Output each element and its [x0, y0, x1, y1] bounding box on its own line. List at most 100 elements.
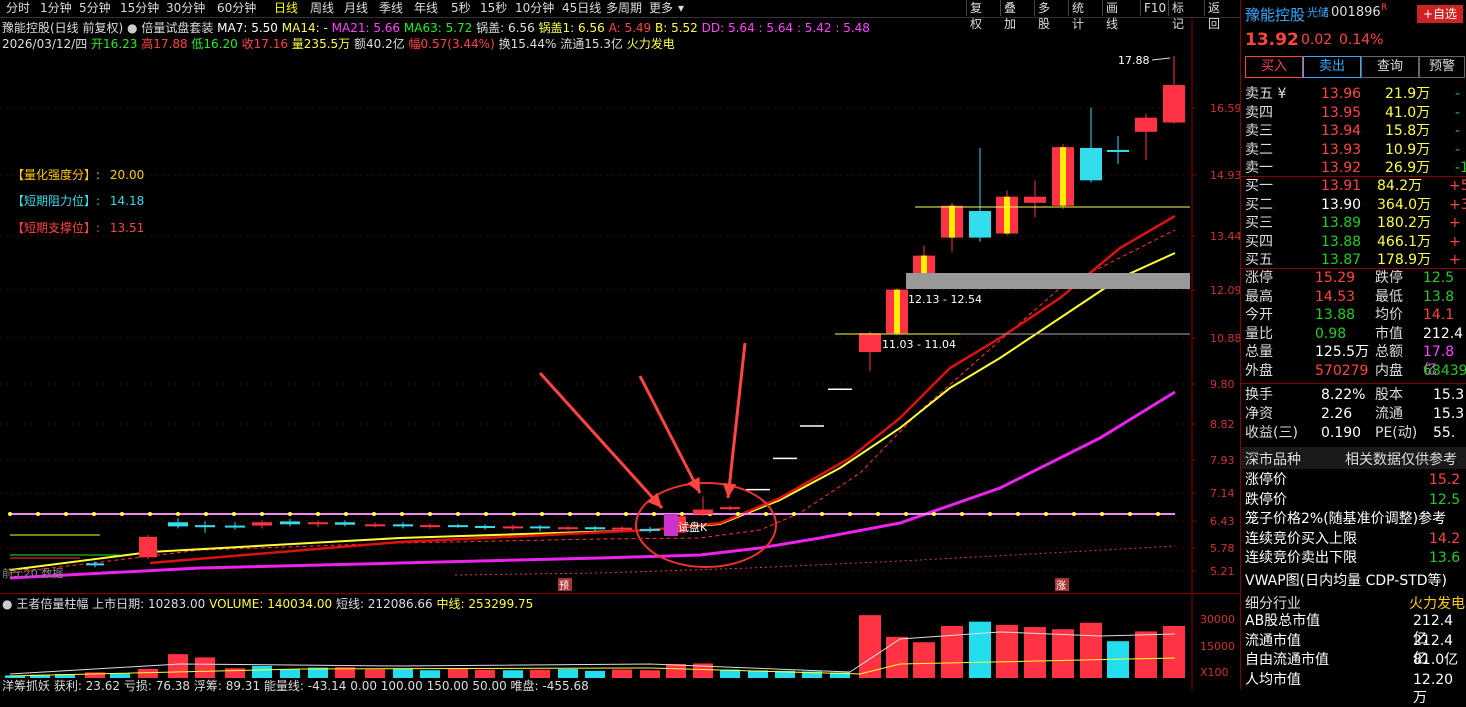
ask-volume: 26.9万	[1385, 160, 1431, 176]
cap-value: 212.4亿	[1413, 632, 1454, 667]
stat-label: 均价	[1375, 307, 1403, 323]
guogai-dot	[64, 512, 68, 516]
volume-bar	[913, 642, 935, 678]
volume-bar	[1135, 631, 1157, 678]
candle	[1080, 147, 1102, 181]
ohlc-turnover: 换15.44%	[498, 37, 557, 51]
stat-value: 68439	[1423, 362, 1466, 379]
ask-price: 13.95	[1321, 104, 1362, 121]
price-change: 0.02	[1301, 32, 1333, 48]
stat-value: 55.	[1433, 425, 1456, 441]
candle	[1024, 196, 1046, 203]
stat-label: 内盘	[1375, 362, 1403, 379]
period-tab[interactable]: 日线	[274, 1, 298, 16]
cap-label: 自由流通市值	[1245, 652, 1329, 668]
stat-value: 15.3	[1433, 406, 1465, 422]
guogai-dot	[316, 512, 320, 516]
vol-short: 短线: 212086.66	[335, 597, 433, 611]
bid-volume: 180.2万	[1377, 215, 1432, 231]
query-button[interactable]: 查询	[1361, 56, 1419, 78]
ma63-value: MA63: 5.72	[403, 21, 473, 35]
bid-label: 买二	[1245, 196, 1273, 213]
vol-footer: 洋筹抓妖 获利: 23.62 亏损: 76.38 浮筹: 89.31 能量线: …	[2, 679, 589, 693]
stat-value: 8.22%	[1321, 387, 1366, 403]
ask-price: 13.96	[1321, 86, 1362, 102]
limit-value: 12.5	[1429, 491, 1461, 508]
volume-bar	[886, 636, 908, 678]
stat-label: 市值	[1375, 325, 1403, 342]
add-watchlist-button[interactable]: +自选	[1417, 5, 1463, 23]
candle	[503, 526, 523, 529]
period-tab[interactable]: 年线	[414, 1, 438, 16]
period-tab[interactable]: 季线	[379, 1, 403, 16]
guogai1-value: 锅盖1: 6.56	[538, 21, 605, 35]
period-tab[interactable]: 15分钟	[120, 1, 159, 16]
industry-value[interactable]: 火力发电	[1409, 593, 1465, 613]
toolbar-button[interactable]: 返回	[1204, 0, 1223, 31]
cap-label: 流通市值	[1245, 632, 1301, 649]
candle-strong-marker	[1060, 147, 1066, 206]
period-tab[interactable]: 30分钟	[166, 1, 205, 16]
strength-value: 20.00	[109, 168, 145, 182]
stat-label: 最高	[1245, 288, 1273, 305]
kline-chart[interactable]: 16.59 14.93 13.44 12.09 10.88 9.80 8.82 7.93 7.1…	[0, 18, 1240, 593]
cap-label: 人均市值	[1245, 671, 1301, 688]
alert-button[interactable]: 预警	[1419, 56, 1465, 78]
guogai-value: 锅盖: 6.56	[476, 21, 535, 35]
period-tab[interactable]: 多周期	[606, 1, 642, 16]
more-dropdown-icon[interactable]: ▾	[678, 1, 684, 16]
period-tab[interactable]: 10分钟	[515, 1, 554, 16]
ma7-value: MA7: 5.50	[217, 21, 278, 35]
candle	[693, 509, 713, 515]
toolbar-button[interactable]: 标记	[1168, 0, 1187, 31]
volume-bar	[168, 654, 188, 678]
vol-mid: 中线: 253299.75	[436, 597, 534, 611]
period-tab[interactable]: 周线	[310, 1, 334, 16]
candle	[308, 522, 328, 525]
vol-tick: 15000	[1200, 640, 1235, 653]
buy-button[interactable]: 买入	[1245, 56, 1303, 78]
current-price: 13.92	[1245, 30, 1299, 50]
stat-value: 14.53	[1315, 288, 1356, 305]
guogai-dot	[568, 512, 572, 516]
guogai-dot	[148, 512, 152, 516]
long-ma-dashed	[454, 545, 1176, 576]
toolbar-button[interactable]: 复权	[966, 0, 985, 31]
candle	[420, 525, 440, 528]
indicator-icon[interactable]: ●	[127, 21, 137, 35]
candle	[585, 527, 605, 530]
guogai-dot	[1156, 512, 1160, 516]
period-tab[interactable]: 月线	[344, 1, 368, 16]
toolbar-button[interactable]: F10	[1140, 0, 1169, 16]
period-tab[interactable]: 5分钟	[79, 1, 111, 16]
candle	[252, 522, 272, 526]
limit-value: 13.6	[1429, 550, 1461, 566]
period-tab[interactable]: 更多	[649, 1, 673, 16]
toolbar-button[interactable]: 多股	[1034, 0, 1053, 31]
ask-label: 卖三	[1245, 123, 1273, 139]
guogai-dot	[176, 512, 180, 516]
stat-value: 2.26	[1321, 406, 1353, 422]
guogai-dot	[680, 512, 684, 516]
candle	[195, 525, 215, 528]
vwap-row[interactable]: VWAP图(日内均量 CDP-STD等)	[1245, 570, 1447, 590]
guogai-dot	[512, 512, 516, 516]
candle	[612, 527, 632, 530]
bid-label: 买五	[1245, 252, 1273, 268]
guogai-dot	[960, 512, 964, 516]
period-tab[interactable]: 1分钟	[40, 1, 72, 16]
vol-indicator-icon[interactable]: ●	[2, 597, 12, 611]
period-tab[interactable]: 45日线	[562, 1, 601, 16]
toolbar-button[interactable]: 叠加	[1000, 0, 1019, 31]
guogai-dot	[288, 512, 292, 516]
period-tab[interactable]: 5秒	[451, 1, 471, 16]
sell-button[interactable]: 卖出	[1303, 56, 1361, 78]
toolbar-button[interactable]: 统计	[1068, 0, 1087, 31]
indicator-name[interactable]: 倍量试盘套装	[141, 21, 213, 35]
period-tab[interactable]: 60分钟	[217, 1, 256, 16]
toolbar-button[interactable]: 画线	[1102, 0, 1121, 31]
vol-indicator-name[interactable]: 王者倍量柱幅	[16, 597, 88, 611]
period-tab[interactable]: 15秒	[480, 1, 507, 16]
period-toolbar: 分时 1分钟 5分钟 15分钟 30分钟 60分钟 日线 周线 月线 季线 年线 5秒 15秒 10分钟 4…	[0, 0, 1240, 18]
period-tab[interactable]: 分时	[6, 1, 30, 16]
